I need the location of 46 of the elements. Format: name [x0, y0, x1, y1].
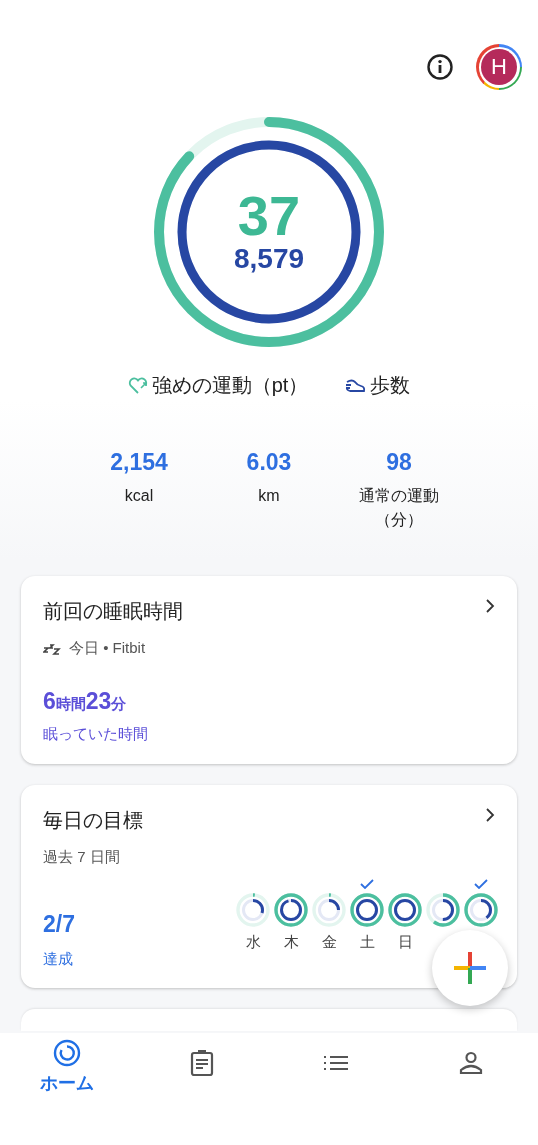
day-label: 木	[283, 933, 299, 951]
list-icon	[323, 1054, 350, 1072]
day-ring-icon	[464, 893, 498, 927]
person-icon	[458, 1051, 483, 1075]
legend-label: 強めの運動（pt）	[151, 373, 309, 398]
day-ring-icon	[350, 893, 384, 927]
rings-icon	[53, 1039, 82, 1067]
goals-card[interactable]: 毎日の目標 過去 7 日間 2/7 達成 水 木 金 土 日	[21, 785, 517, 988]
check-icon	[360, 879, 374, 889]
day-label: 金	[321, 933, 337, 951]
stat-value: 2,154	[110, 449, 168, 476]
sleep-icon	[43, 641, 61, 656]
heart-icon	[127, 376, 148, 395]
sleep-duration: 6時間23分	[43, 688, 128, 715]
day-label: 土	[359, 933, 375, 951]
day-ring-icon	[236, 893, 270, 927]
stat-value: 6.03	[246, 449, 292, 476]
clipboard-icon	[189, 1049, 214, 1077]
stat-label: 通常の運動（分）	[358, 486, 440, 530]
sleep-caption: 眠っていた時間	[43, 725, 149, 744]
day-ring-icon	[388, 893, 422, 927]
achieved-count: 2/7	[43, 911, 75, 938]
heart-points-value: 37	[237, 189, 301, 243]
info-icon[interactable]	[426, 53, 454, 81]
check-icon	[474, 879, 488, 889]
steps-value: 8,579	[233, 243, 305, 275]
avatar[interactable]: H	[476, 44, 522, 90]
card-subtitle: 今日 • Fitbit	[69, 639, 146, 658]
day-ring-icon	[274, 893, 308, 927]
day-label: 日	[397, 933, 413, 951]
stat-label: km	[257, 486, 281, 506]
stat-label: kcal	[123, 486, 155, 506]
card-title: 前回の睡眠時間	[43, 599, 183, 624]
nav-tab[interactable]: ホーム	[22, 1037, 113, 1101]
card-subtitle: 過去 7 日間	[43, 848, 121, 867]
legend-label: 歩数	[370, 373, 411, 398]
day-ring-icon	[426, 893, 460, 927]
day-ring-icon	[312, 893, 346, 927]
stat-value: 98	[386, 449, 412, 476]
achieved-label: 達成	[43, 950, 74, 969]
plus-icon	[454, 952, 486, 984]
chevron-icon	[485, 598, 495, 614]
card-title: 毎日の目標	[43, 808, 143, 833]
chevron-icon	[485, 807, 495, 823]
sleep-card[interactable]: 前回の睡眠時間 今日 • Fitbit 6時間23分 眠っていた時間	[21, 576, 517, 764]
day-label: 水	[245, 933, 261, 951]
